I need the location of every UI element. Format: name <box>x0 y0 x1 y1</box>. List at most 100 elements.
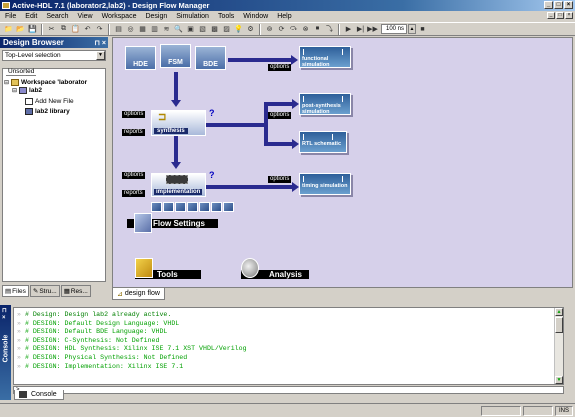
menu-view[interactable]: View <box>77 13 94 20</box>
tab-console[interactable]: Console <box>14 390 64 400</box>
timing-simulation-button[interactable]: timing simulation <box>299 173 351 195</box>
mdi-minimize-button[interactable]: _ <box>547 12 555 19</box>
console-close-icon[interactable]: × <box>2 315 6 321</box>
menu-help[interactable]: Help <box>276 13 292 20</box>
program-icon[interactable] <box>223 202 234 212</box>
stop-icon[interactable]: ■ <box>417 24 428 35</box>
redo-icon[interactable]: ↷ <box>94 24 105 35</box>
mdi-close-button[interactable]: × <box>565 12 573 19</box>
implementation-help-icon[interactable]: ? <box>209 170 215 180</box>
library-icon[interactable]: ▣ <box>185 24 196 35</box>
hierarchy-icon[interactable]: ▧ <box>197 24 208 35</box>
fsm-icon[interactable]: ◎ <box>125 24 136 35</box>
undo-icon[interactable]: ↶ <box>82 24 93 35</box>
tools-button[interactable]: Tools <box>135 258 201 279</box>
collapse-icon[interactable]: ⊟ <box>12 87 17 94</box>
fsm-button[interactable]: FSM <box>160 44 191 68</box>
power-icon[interactable] <box>211 202 222 212</box>
implementation-button[interactable]: implementation <box>151 173 206 197</box>
implementation-reports-button[interactable]: reports <box>122 190 145 197</box>
tab-resources[interactable]: ▦ Res... <box>60 285 91 297</box>
hde-icon[interactable]: ▤ <box>113 24 124 35</box>
synthesis-reports-button[interactable]: reports <box>122 129 145 136</box>
console-command-input[interactable]: > <box>13 386 564 394</box>
menu-file[interactable]: File <box>4 13 17 20</box>
light-icon[interactable]: 💡 <box>233 24 244 35</box>
bde-button[interactable]: BDE <box>195 46 226 70</box>
functional-options-button[interactable]: options <box>268 64 292 71</box>
chevron-down-icon[interactable]: ▼ <box>96 51 105 60</box>
sim-end-icon[interactable]: ⏹ <box>312 24 323 35</box>
maximize-button[interactable]: □ <box>554 1 563 9</box>
console-pin-icon[interactable]: ⊓ <box>2 307 7 314</box>
collapse-icon[interactable]: ⊟ <box>4 79 9 86</box>
fpga-editor-icon[interactable] <box>199 202 210 212</box>
cut-icon[interactable]: ✂ <box>46 24 57 35</box>
console-scrollbar[interactable]: ▲ ▼ <box>554 308 563 384</box>
tree-tab-unsorted[interactable]: Unsorted <box>6 68 37 76</box>
pin-icon[interactable] <box>175 202 186 212</box>
compile-icon[interactable]: ▥ <box>149 24 160 35</box>
menu-window[interactable]: Window <box>242 13 269 20</box>
wave-icon[interactable]: ≋ <box>161 24 172 35</box>
tab-design-flow[interactable]: ⊿ design flow <box>112 288 165 300</box>
tab-structure[interactable]: ✎ Stru... <box>29 285 60 297</box>
scroll-up-icon[interactable]: ▲ <box>555 308 563 316</box>
constraints-icon[interactable] <box>163 202 174 212</box>
analysis-button[interactable]: Analysis <box>241 258 309 279</box>
mdi-restore-button[interactable]: □ <box>556 12 564 19</box>
sim-trace-icon[interactable]: ⤵ <box>324 24 335 35</box>
tree-item-design[interactable]: ⊟ lab2 <box>12 87 42 94</box>
run-for-icon[interactable]: ▶▶ <box>367 24 378 35</box>
run-time-field[interactable]: 100 ns <box>381 24 407 34</box>
sim-init-icon[interactable]: ⊚ <box>264 24 275 35</box>
scroll-down-icon[interactable]: ▼ <box>555 376 563 384</box>
rtl-schematic-button[interactable]: RTL schematic <box>299 131 347 153</box>
functional-simulation-button[interactable]: functional simulation <box>299 46 351 68</box>
find-icon[interactable]: 🔍 <box>173 24 184 35</box>
run-time-dropdown[interactable]: ▲ <box>408 24 416 34</box>
run-until-icon[interactable]: ▶| <box>355 24 366 35</box>
grid-icon[interactable]: ▩ <box>209 24 220 35</box>
copy-icon[interactable]: ⧉ <box>58 24 69 35</box>
hde-button[interactable]: HDE <box>125 46 156 70</box>
timing-options-button[interactable]: options <box>268 176 292 183</box>
flow-arrow <box>228 58 293 62</box>
post-synthesis-simulation-button[interactable]: post-synthesis simulation <box>299 93 351 115</box>
synthesis-options-button[interactable]: options <box>122 111 146 118</box>
flow-settings-button[interactable]: Flow Settings <box>127 213 218 233</box>
synthesis-button[interactable]: ⊐ synthesis <box>151 110 206 136</box>
console-output[interactable]: » # Design: Design lab2 already active. … <box>13 307 564 385</box>
tree-item-workspace[interactable]: ⊟ Workspace 'laborator <box>4 79 87 86</box>
menu-tools[interactable]: Tools <box>217 13 235 20</box>
menu-edit[interactable]: Edit <box>24 13 38 20</box>
run-icon[interactable]: ▶ <box>343 24 354 35</box>
close-button[interactable]: × <box>564 1 573 9</box>
sim-restart-icon[interactable]: ⟳ <box>276 24 287 35</box>
tree-item-library[interactable]: lab2 library <box>25 108 70 115</box>
menu-search[interactable]: Search <box>45 13 69 20</box>
paste-icon[interactable]: 📋 <box>70 24 81 35</box>
tree-item-add-new-file[interactable]: Add New File <box>25 98 74 105</box>
open-icon[interactable]: 📂 <box>15 24 26 35</box>
menu-design[interactable]: Design <box>144 13 168 20</box>
chart-icon[interactable]: ▨ <box>221 24 232 35</box>
sim-break-icon[interactable]: ⊗ <box>300 24 311 35</box>
implementation-options-button[interactable]: options <box>122 172 146 179</box>
synthesis-help-icon[interactable]: ? <box>209 108 215 118</box>
menu-simulation[interactable]: Simulation <box>175 13 210 20</box>
panel-close-icon[interactable]: ⊓ × <box>95 38 107 49</box>
save-icon[interactable]: 💾 <box>27 24 38 35</box>
settings-icon[interactable]: ⚙ <box>245 24 256 35</box>
new-workspace-icon[interactable]: 📁 <box>3 24 14 35</box>
top-level-select[interactable]: Top-Level selection ▼ <box>2 50 106 61</box>
floorplan-icon[interactable] <box>151 202 162 212</box>
sim-step-icon[interactable]: ⤼ <box>288 24 299 35</box>
scroll-thumb[interactable] <box>555 317 563 333</box>
timing-icon[interactable] <box>187 202 198 212</box>
tab-files[interactable]: ▤ Files <box>2 285 29 297</box>
menu-workspace[interactable]: Workspace <box>101 13 138 20</box>
post-synthesis-options-button[interactable]: options <box>268 112 292 119</box>
bde-icon[interactable]: ▦ <box>137 24 148 35</box>
minimize-button[interactable]: _ <box>544 1 553 9</box>
